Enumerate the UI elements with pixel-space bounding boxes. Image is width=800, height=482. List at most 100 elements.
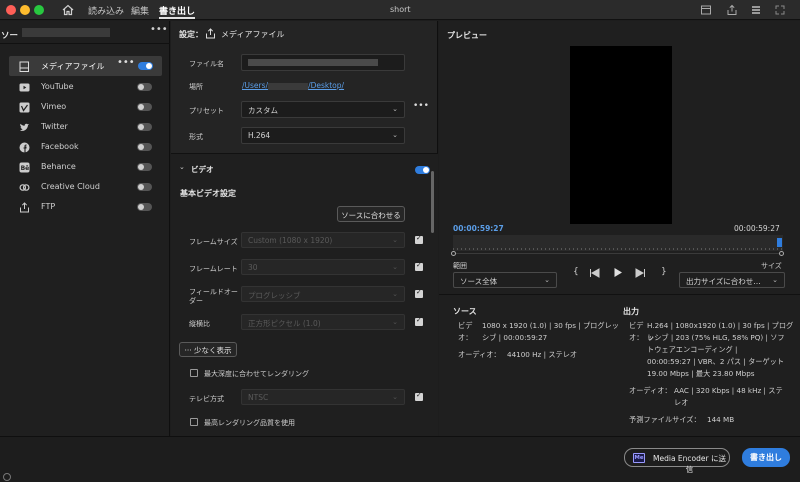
- more-options-icon[interactable]: •••: [117, 57, 135, 68]
- more-options-icon[interactable]: •••: [150, 24, 168, 35]
- filename-field[interactable]: [241, 54, 405, 71]
- out-point-handle[interactable]: [779, 251, 784, 256]
- format-select[interactable]: H.264 ⌄: [241, 127, 405, 144]
- output-video-label-2: オ：: [629, 333, 644, 342]
- youtube-icon: [19, 83, 30, 92]
- basic-video-settings-title: 基本ビデオ設定: [180, 189, 236, 198]
- destination-behance[interactable]: Bē Behance: [0, 157, 170, 177]
- step-forward-icon[interactable]: [635, 268, 646, 278]
- vimeo-icon: [19, 102, 30, 113]
- media-encoder-icon: Me: [633, 453, 645, 463]
- scrollbar-thumb[interactable]: [431, 171, 434, 233]
- destination-facebook[interactable]: Facebook: [0, 137, 170, 157]
- max-quality-checkbox[interactable]: [190, 418, 198, 426]
- toggle-ftp[interactable]: [137, 203, 152, 211]
- step-back-icon[interactable]: [589, 268, 600, 278]
- output-video-line: 19.00 Mbps | 最大 23.80 Mbps: [647, 369, 755, 378]
- max-depth-label: 最大深度に合わせてレンダリング: [204, 370, 309, 378]
- status-icon: [3, 473, 11, 481]
- toggle-creative-cloud[interactable]: [137, 183, 152, 191]
- video-section-title: ビデオ: [191, 165, 214, 174]
- zoom-window-button[interactable]: [34, 5, 44, 15]
- frame-size-select[interactable]: Custom (1080 x 1920) ⌄: [241, 232, 405, 248]
- close-window-button[interactable]: [6, 5, 16, 15]
- tab-export[interactable]: 書き出し: [159, 4, 196, 19]
- preset-select[interactable]: カスタム ⌄: [241, 101, 405, 118]
- chevron-down-icon: ⌄: [392, 131, 398, 139]
- aspect-label: 縦横比: [189, 320, 210, 328]
- toggle-vimeo[interactable]: [137, 103, 152, 111]
- chevron-down-icon: ⌄: [392, 290, 398, 298]
- chevron-down-icon: ⌄: [392, 318, 398, 326]
- send-to-media-encoder-button[interactable]: Me Media Encoder に送信: [624, 448, 730, 474]
- redacted-filename: [248, 59, 378, 66]
- aspect-checkbox[interactable]: [415, 316, 423, 326]
- toggle-behance[interactable]: [137, 163, 152, 171]
- minimize-window-button[interactable]: [20, 5, 30, 15]
- preview-header: プレビュー: [447, 31, 487, 40]
- field-order-select[interactable]: プログレッシブ ⌄: [241, 286, 405, 302]
- window-title: short: [390, 5, 411, 14]
- range-select[interactable]: ソース全体 ⌄: [453, 272, 557, 288]
- toggle-twitter[interactable]: [137, 123, 152, 131]
- creative-cloud-icon: [19, 184, 30, 191]
- toggle-youtube[interactable]: [137, 83, 152, 91]
- aspect-select[interactable]: 正方形ピクセル (1.0) ⌄: [241, 314, 405, 330]
- playhead[interactable]: [777, 238, 782, 247]
- toggle-facebook[interactable]: [137, 143, 152, 151]
- frame-rate-label: フレームレート: [189, 265, 238, 273]
- svg-text:Bē: Bē: [21, 165, 30, 172]
- destination-ftp[interactable]: FTP: [0, 197, 170, 217]
- preset-label: プリセット: [189, 107, 224, 115]
- chevron-down-icon: ⌄: [392, 105, 398, 113]
- chevron-down-icon: ⌄: [392, 393, 398, 401]
- tab-edit[interactable]: 編集: [131, 4, 149, 17]
- settings-panel: 設定： メディアファイル ファイル名 場所 /Users//Desktop/ プ…: [171, 21, 438, 436]
- destination-creative-cloud[interactable]: Creative Cloud: [0, 177, 170, 197]
- fullscreen-icon[interactable]: [774, 4, 786, 16]
- current-timecode[interactable]: 00:00:59:27: [453, 224, 504, 233]
- collapse-chevron-icon[interactable]: ⌄: [179, 163, 185, 171]
- frame-size-checkbox[interactable]: [415, 234, 423, 244]
- range-label: 範囲: [453, 262, 467, 270]
- frame-size-label: フレームサイズ: [189, 238, 238, 246]
- destination-vimeo[interactable]: Vimeo: [0, 97, 170, 117]
- output-video-line: 00:00:59:27 | VBR、2 パス | ターゲット: [647, 357, 785, 366]
- frame-rate-select[interactable]: 30 ⌄: [241, 259, 405, 275]
- output-audio-label: オーディオ：: [629, 386, 672, 395]
- source-header: ソース: [453, 307, 477, 316]
- destination-media-file[interactable]: メディアファイル •••: [9, 56, 162, 76]
- max-depth-checkbox[interactable]: [190, 369, 198, 377]
- source-video-info-2: シブ | 00:00:59:27: [482, 333, 548, 342]
- video-toggle[interactable]: [415, 166, 430, 174]
- output-video-line: トウェアエンコーディング |: [647, 345, 738, 354]
- field-order-checkbox[interactable]: [415, 288, 423, 298]
- export-button[interactable]: 書き出し: [742, 448, 790, 467]
- settings-title: メディアファイル: [221, 30, 285, 39]
- home-icon[interactable]: [62, 4, 74, 16]
- menu-icon[interactable]: [750, 4, 762, 16]
- tv-standard-select[interactable]: NTSC ⌄: [241, 389, 405, 405]
- show-less-button[interactable]: ··· 少なく表示: [179, 342, 237, 357]
- set-out-icon[interactable]: }: [661, 267, 667, 277]
- tab-import[interactable]: 読み込み: [88, 4, 124, 17]
- in-point-handle[interactable]: [451, 251, 456, 256]
- tv-standard-checkbox[interactable]: [415, 391, 423, 401]
- destination-twitter[interactable]: Twitter: [0, 117, 170, 137]
- frame-rate-checkbox[interactable]: [415, 261, 423, 271]
- twitter-icon: [20, 123, 29, 131]
- location-link[interactable]: /Users//Desktop/: [242, 81, 344, 90]
- source-audio-label: オーディオ：: [458, 350, 501, 359]
- destination-youtube[interactable]: YouTube: [0, 77, 170, 97]
- toggle-media-file[interactable]: [138, 62, 153, 70]
- size-select[interactable]: 出力サイズに合わせ… ⌄: [679, 272, 785, 288]
- workspace-icon[interactable]: [700, 4, 712, 16]
- share-icon[interactable]: [726, 4, 738, 16]
- match-source-button[interactable]: ソースに合わせる: [337, 206, 405, 222]
- set-in-icon[interactable]: {: [573, 267, 579, 277]
- play-icon[interactable]: [613, 267, 623, 278]
- source-video-label-2: オ：: [458, 333, 473, 342]
- format-label: 形式: [189, 133, 203, 141]
- preset-more-icon[interactable]: •••: [413, 101, 429, 111]
- output-audio-info: AAC | 320 Kbps | 48 kHz | ステ: [674, 386, 783, 395]
